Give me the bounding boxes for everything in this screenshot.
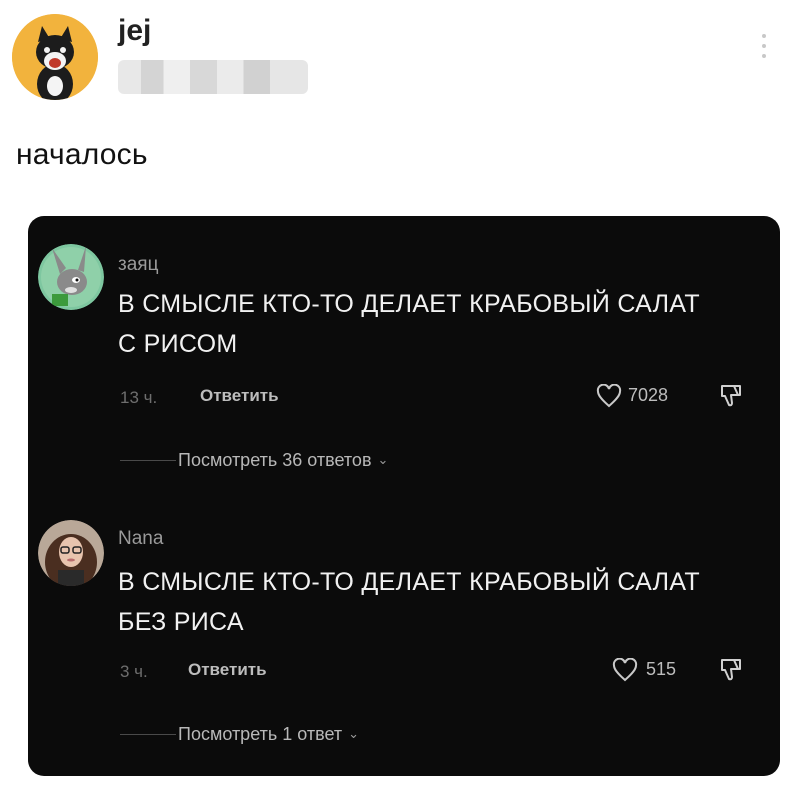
comment-time: 13 ч. (120, 388, 158, 407)
comment-time: 3 ч. (120, 662, 148, 681)
comment-avatar[interactable] (38, 520, 104, 586)
comment-text: В СМЫСЛЕ КТО-ТО ДЕЛАЕТ КРАБОВЫЙ САЛАТ БЕ… (118, 562, 758, 642)
heart-icon[interactable] (612, 658, 638, 682)
chevron-down-icon: ⌄ (348, 726, 360, 741)
view-replies-label: Посмотреть 36 ответов (178, 450, 372, 470)
comment-author[interactable]: заяц (118, 254, 158, 276)
view-replies-button[interactable]: Посмотреть 1 ответ ⌄ (178, 724, 359, 745)
like-count: 515 (646, 659, 677, 679)
comment-text-line: В СМЫСЛЕ КТО-ТО ДЕЛАЕТ КРАБОВЫЙ САЛАТ (118, 290, 700, 318)
comments-card: заяц В СМЫСЛЕ КТО-ТО ДЕЛАЕТ КРАБОВЫЙ САЛ… (28, 216, 780, 776)
thumbs-down-icon[interactable] (718, 382, 744, 408)
post-author-name[interactable]: jej (118, 14, 151, 48)
reply-button[interactable]: Ответить (200, 386, 279, 406)
comment-text: В СМЫСЛЕ КТО-ТО ДЕЛАЕТ КРАБОВЫЙ САЛАТ С … (118, 284, 758, 364)
view-replies-button[interactable]: Посмотреть 36 ответов ⌄ (178, 450, 388, 471)
reply-button[interactable]: Ответить (188, 660, 267, 680)
comment-avatar[interactable] (38, 244, 104, 310)
comment-text-line: БЕЗ РИСА (118, 608, 244, 636)
post-text: началось (16, 138, 148, 171)
replies-divider (120, 734, 176, 735)
author-avatar[interactable] (12, 14, 98, 100)
replies-divider (120, 460, 176, 461)
comment-text-line: В СМЫСЛЕ КТО-ТО ДЕЛАЕТ КРАБОВЫЙ САЛАТ (118, 568, 700, 596)
more-vertical-icon[interactable] (760, 34, 768, 64)
comment-text-line: С РИСОМ (118, 330, 238, 358)
blurred-handle (118, 60, 308, 94)
chevron-down-icon: ⌄ (377, 452, 389, 467)
comment-author[interactable]: Nana (118, 528, 163, 550)
view-replies-label: Посмотреть 1 ответ (178, 724, 343, 744)
thumbs-down-icon[interactable] (718, 656, 744, 682)
heart-icon[interactable] (596, 384, 622, 408)
like-count: 7028 (628, 385, 669, 405)
